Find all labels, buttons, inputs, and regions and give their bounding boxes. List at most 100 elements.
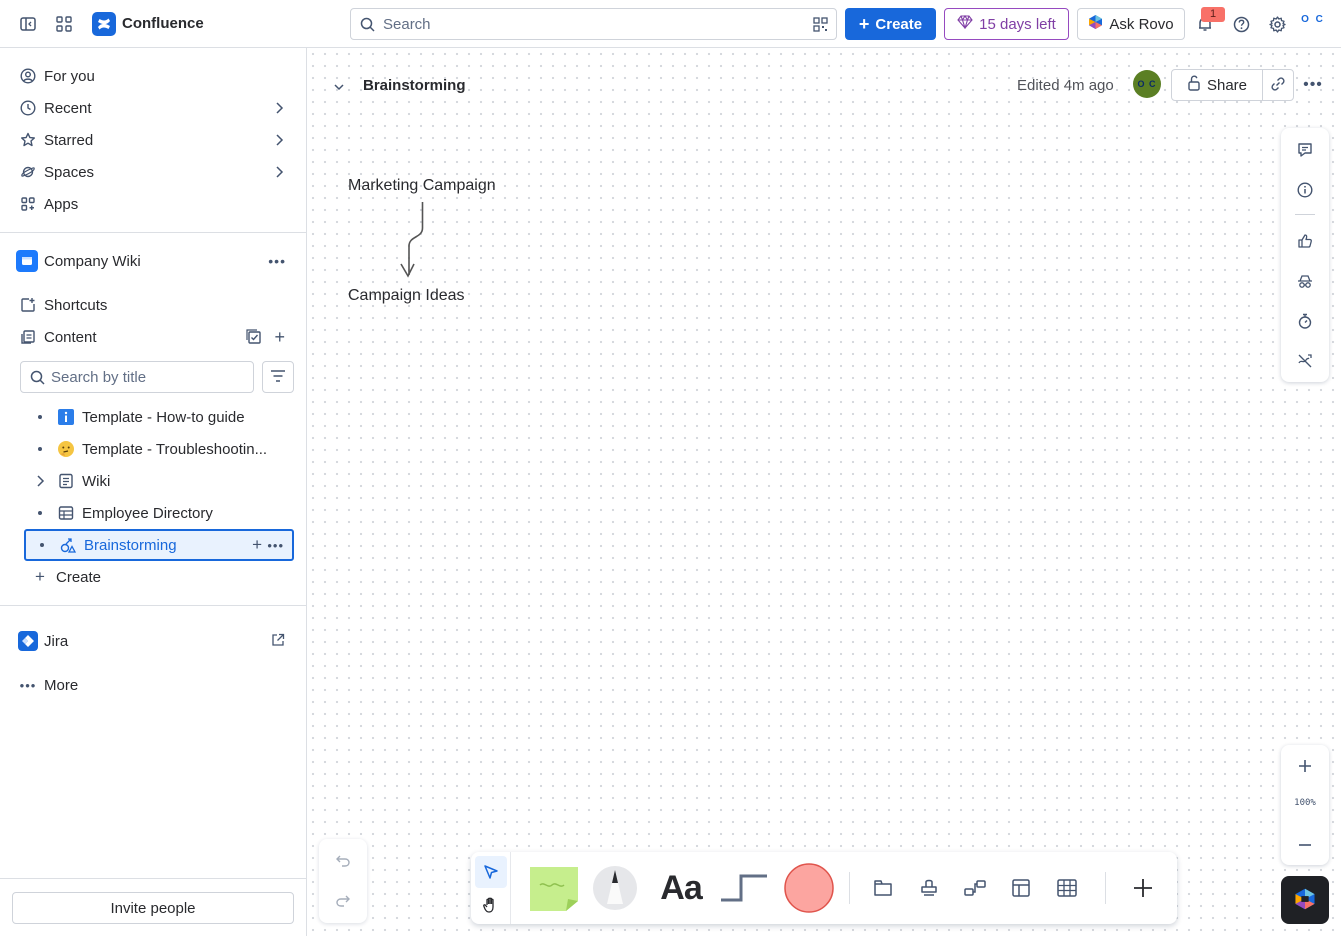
apps-grid-icon: [12, 196, 44, 212]
space-more-icon[interactable]: •••: [268, 253, 286, 269]
chevron-right-icon[interactable]: [24, 474, 56, 488]
confluence-logo-icon[interactable]: [92, 12, 116, 36]
sidebar-item-label: Apps: [44, 195, 79, 213]
global-search-input[interactable]: Search: [350, 8, 837, 40]
create-button[interactable]: + Create: [845, 8, 936, 40]
sidebar-item-spaces[interactable]: Spaces: [12, 156, 294, 188]
sidebar-divider: [0, 878, 306, 879]
add-child-icon[interactable]: +: [252, 535, 262, 555]
connector-line-tool[interactable]: [719, 862, 769, 914]
page-title[interactable]: Brainstorming: [363, 77, 466, 94]
shape-tool[interactable]: [783, 862, 835, 914]
zoom-in-icon[interactable]: [1293, 754, 1317, 778]
zoom-out-icon[interactable]: [1293, 833, 1317, 857]
frame-section-icon[interactable]: [871, 862, 895, 914]
search-icon: [30, 370, 45, 388]
scan-code-icon[interactable]: [813, 17, 828, 35]
table-icon[interactable]: [1055, 862, 1079, 914]
stamp-icon[interactable]: [917, 862, 941, 914]
search-by-title-input[interactable]: Search by title: [20, 361, 254, 393]
sticky-note-tool[interactable]: [526, 862, 582, 914]
space-header-company-wiki[interactable]: Company Wiki •••: [12, 245, 294, 277]
incognito-icon[interactable]: [1293, 269, 1317, 293]
comment-icon[interactable]: [1293, 138, 1317, 162]
clock-icon: [12, 100, 44, 116]
undo-icon[interactable]: [331, 849, 355, 873]
zoom-controls: 100%: [1281, 745, 1329, 865]
chevron-right-icon: [274, 133, 284, 150]
link-icon: [1270, 76, 1286, 95]
pen-tool[interactable]: [591, 862, 639, 914]
timer-stopwatch-icon[interactable]: [1293, 309, 1317, 333]
plus-icon: +: [35, 567, 45, 586]
filter-icon: [270, 369, 286, 386]
item-more-icon[interactable]: •••: [267, 538, 284, 553]
bullet-icon: [24, 511, 56, 515]
undo-redo-controls: [319, 839, 367, 923]
like-thumbs-up-icon[interactable]: [1293, 229, 1317, 253]
page-more-icon[interactable]: •••: [1297, 69, 1329, 101]
help-icon[interactable]: [1229, 12, 1253, 36]
sidebar-item-content[interactable]: Content +: [12, 321, 294, 353]
sidebar-toggle-icon[interactable]: [16, 12, 40, 36]
planet-icon: [12, 164, 44, 180]
copy-link-button[interactable]: [1262, 69, 1294, 101]
rovo-chat-button[interactable]: [1281, 876, 1329, 924]
app-name[interactable]: Confluence: [122, 15, 204, 32]
external-link-icon[interactable]: [271, 633, 285, 650]
tree-item-employee-directory[interactable]: Employee Directory: [24, 497, 294, 529]
user-avatar[interactable]: O C: [1300, 14, 1326, 36]
content-checklist-icon[interactable]: [246, 329, 262, 348]
sidebar-item-label: Content: [44, 328, 97, 346]
share-button[interactable]: Share: [1171, 69, 1263, 101]
unlock-icon: [1187, 75, 1201, 95]
sidebar-item-jira[interactable]: Jira: [12, 625, 294, 657]
text-node-campaign-ideas[interactable]: Campaign Ideas: [348, 287, 465, 305]
text-tool[interactable]: Aa: [651, 862, 711, 914]
ask-rovo-button[interactable]: Ask Rovo: [1077, 8, 1185, 40]
sidebar-item-recent[interactable]: Recent: [12, 92, 294, 124]
tree-item-how-to-guide[interactable]: Template - How-to guide: [24, 401, 294, 433]
redo-icon[interactable]: [331, 889, 355, 913]
sidebar-divider: [0, 605, 306, 606]
filter-button[interactable]: [262, 361, 294, 393]
chevron-down-icon[interactable]: [333, 79, 345, 95]
creation-toolbar: Aa: [471, 852, 1177, 924]
info-icon[interactable]: [1293, 178, 1317, 202]
share-label: Share: [1206, 76, 1248, 94]
add-content-icon[interactable]: +: [274, 327, 285, 348]
app-switcher-icon[interactable]: [52, 12, 76, 36]
sidebar-item-shortcuts[interactable]: Shortcuts: [12, 289, 294, 321]
sidebar-item-label: Shortcuts: [44, 296, 108, 314]
invite-people-button[interactable]: Invite people: [12, 892, 294, 924]
create-button-label: Create: [875, 15, 923, 33]
tree-item-label: Template - How-to guide: [82, 408, 245, 426]
page-header: Brainstorming Edited 4m ago O C Share ••…: [307, 48, 1341, 122]
more-tools-plus-icon[interactable]: [1129, 862, 1157, 914]
tree-item-troubleshooting[interactable]: Template - Troubleshootin...: [24, 433, 294, 465]
info-page-icon: [56, 407, 76, 427]
sidebar-item-starred[interactable]: Starred: [12, 124, 294, 156]
hide-collaborators-icon[interactable]: [1293, 349, 1317, 373]
whiteboard-icon: [58, 535, 78, 555]
settings-gear-icon[interactable]: [1265, 12, 1289, 36]
create-item-label: Create: [56, 568, 102, 586]
smart-connector-icon[interactable]: [963, 862, 987, 914]
create-item-button[interactable]: + Create: [24, 561, 294, 593]
zoom-level[interactable]: 100%: [1281, 798, 1329, 808]
rovo-icon: [1294, 887, 1316, 914]
tree-item-wiki[interactable]: Wiki: [24, 465, 294, 497]
collaborator-avatar[interactable]: O C: [1133, 70, 1161, 98]
sidebar-item-more[interactable]: ••• More: [12, 669, 294, 701]
sidebar-item-apps[interactable]: Apps: [12, 188, 294, 220]
hand-pan-icon[interactable]: [475, 889, 507, 921]
text-node-marketing-campaign[interactable]: Marketing Campaign: [348, 177, 496, 195]
sidebar-item-label: For you: [44, 67, 95, 85]
select-cursor-icon[interactable]: [475, 856, 507, 888]
trial-button[interactable]: 15 days left: [944, 8, 1069, 40]
template-icon[interactable]: [1009, 862, 1033, 914]
whiteboard-canvas[interactable]: Brainstorming Edited 4m ago O C Share ••…: [307, 48, 1341, 936]
tree-item-brainstorming[interactable]: Brainstorming + •••: [24, 529, 294, 561]
connector-arrow[interactable]: [397, 200, 437, 280]
sidebar-item-for-you[interactable]: For you: [12, 60, 294, 92]
